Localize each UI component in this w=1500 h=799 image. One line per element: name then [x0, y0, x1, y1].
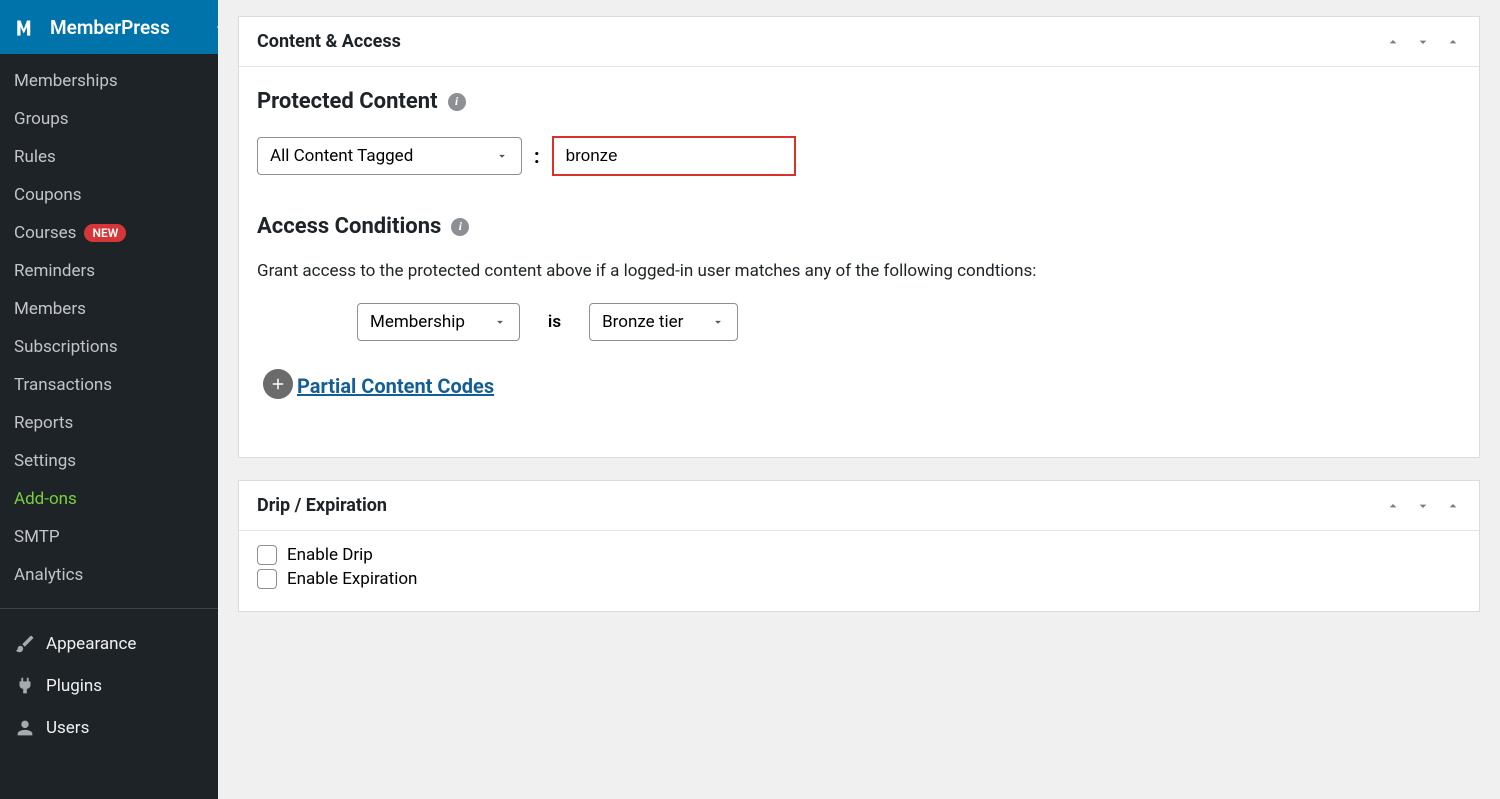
sidebar-group-bottom: Appearance Plugins Users — [0, 615, 218, 757]
sidebar-divider — [0, 608, 218, 609]
sidebar-item-appearance[interactable]: Appearance — [0, 623, 218, 665]
panel-header: Drip / Expiration — [239, 481, 1479, 531]
sidebar-item-label: Plugins — [46, 676, 102, 696]
protected-content-row: All Content Tagged : — [257, 136, 1461, 176]
brand-label: MemberPress — [50, 16, 170, 39]
sidebar-item-label: Reminders — [14, 261, 95, 281]
sidebar-item-plugins[interactable]: Plugins — [0, 665, 218, 707]
select-value: All Content Tagged — [270, 146, 413, 166]
checkbox-label: Enable Expiration — [287, 569, 417, 589]
panel-content-access: Content & Access Protected Content i All… — [238, 16, 1480, 458]
sidebar-item-label: Settings — [14, 451, 76, 471]
panel-controls — [1385, 498, 1461, 514]
access-conditions-heading: Access Conditions i — [257, 214, 1461, 239]
sidebar-item-label: Reports — [14, 413, 73, 433]
sidebar-item-users[interactable]: Users — [0, 707, 218, 749]
sidebar-item-label: Add-ons — [14, 489, 77, 509]
sidebar-item-subscriptions[interactable]: Subscriptions — [0, 328, 218, 366]
condition-value-select[interactable]: Bronze tier — [589, 303, 738, 341]
sidebar-item-smtp[interactable]: SMTP — [0, 518, 218, 556]
panel-body: Enable Drip Enable Expiration — [239, 531, 1479, 611]
sidebar-item-courses[interactable]: Courses NEW — [0, 214, 218, 252]
chevron-down-icon — [493, 315, 507, 329]
info-icon[interactable]: i — [448, 93, 466, 111]
active-pointer — [217, 17, 227, 37]
panel-drip-expiration: Drip / Expiration Enable Drip Enable Exp… — [238, 480, 1480, 612]
add-condition-button[interactable] — [263, 369, 293, 399]
checkbox-label: Enable Drip — [287, 545, 373, 565]
heading-text: Protected Content — [257, 89, 438, 114]
access-description: Grant access to the protected content ab… — [257, 261, 1461, 281]
panel-header: Content & Access — [239, 17, 1479, 67]
sidebar-group-main: Memberships Groups Rules Coupons Courses… — [0, 54, 218, 602]
sidebar-item-label: Courses — [14, 223, 76, 243]
tag-input[interactable] — [552, 136, 796, 176]
heading-text: Access Conditions — [257, 214, 441, 239]
panel-title: Drip / Expiration — [257, 495, 387, 516]
content-type-select[interactable]: All Content Tagged — [257, 137, 522, 175]
move-up-button[interactable] — [1385, 498, 1401, 514]
plug-icon — [14, 675, 36, 697]
info-icon[interactable]: i — [451, 218, 469, 236]
sidebar-item-label: Memberships — [14, 71, 118, 91]
user-icon — [14, 717, 36, 739]
sidebar-item-members[interactable]: Members — [0, 290, 218, 328]
sidebar-item-addons[interactable]: Add-ons — [0, 480, 218, 518]
plus-icon — [269, 375, 287, 393]
sidebar-item-label: Analytics — [14, 565, 83, 585]
move-up-button[interactable] — [1385, 34, 1401, 50]
panel-title: Content & Access — [257, 31, 401, 52]
colon-separator: : — [534, 144, 540, 168]
sidebar-item-label: SMTP — [14, 527, 60, 547]
sidebar-item-rules[interactable]: Rules — [0, 138, 218, 176]
chevron-down-icon — [495, 149, 509, 163]
condition-row: Membership is Bronze tier — [357, 303, 1461, 341]
protected-content-heading: Protected Content i — [257, 89, 1461, 114]
sidebar-item-analytics[interactable]: Analytics — [0, 556, 218, 594]
sidebar-item-label: Subscriptions — [14, 337, 118, 357]
sidebar-item-coupons[interactable]: Coupons — [0, 176, 218, 214]
memberpress-logo-icon — [14, 14, 40, 40]
panel-body: Protected Content i All Content Tagged :… — [239, 67, 1479, 457]
sidebar-item-label: Members — [14, 299, 86, 319]
move-down-button[interactable] — [1415, 498, 1431, 514]
sidebar-item-transactions[interactable]: Transactions — [0, 366, 218, 404]
chevron-down-icon — [711, 315, 725, 329]
sidebar-item-reports[interactable]: Reports — [0, 404, 218, 442]
move-down-button[interactable] — [1415, 34, 1431, 50]
main-content: Content & Access Protected Content i All… — [218, 0, 1500, 799]
enable-drip-checkbox[interactable] — [257, 545, 277, 565]
select-value: Membership — [370, 312, 465, 332]
partial-content-codes-link[interactable]: Partial Content Codes — [297, 374, 494, 398]
brush-icon — [14, 633, 36, 655]
enable-expiration-row: Enable Expiration — [257, 569, 1461, 589]
sidebar-item-groups[interactable]: Groups — [0, 100, 218, 138]
sidebar-item-label: Users — [46, 718, 89, 738]
sidebar-item-memberships[interactable]: Memberships — [0, 62, 218, 100]
select-value: Bronze tier — [602, 312, 683, 332]
enable-drip-row: Enable Drip — [257, 545, 1461, 565]
admin-sidebar: MemberPress Memberships Groups Rules Cou… — [0, 0, 218, 799]
condition-operator: is — [548, 312, 561, 332]
new-badge: NEW — [84, 224, 126, 242]
sidebar-brand[interactable]: MemberPress — [0, 0, 218, 54]
sidebar-item-label: Transactions — [14, 375, 112, 395]
toggle-panel-button[interactable] — [1445, 498, 1461, 514]
sidebar-item-label: Groups — [14, 109, 69, 129]
sidebar-item-settings[interactable]: Settings — [0, 442, 218, 480]
enable-expiration-checkbox[interactable] — [257, 569, 277, 589]
sidebar-item-label: Appearance — [46, 634, 136, 654]
panel-controls — [1385, 34, 1461, 50]
sidebar-item-label: Rules — [14, 147, 56, 167]
condition-type-select[interactable]: Membership — [357, 303, 520, 341]
toggle-panel-button[interactable] — [1445, 34, 1461, 50]
sidebar-item-reminders[interactable]: Reminders — [0, 252, 218, 290]
sidebar-item-label: Coupons — [14, 185, 82, 205]
